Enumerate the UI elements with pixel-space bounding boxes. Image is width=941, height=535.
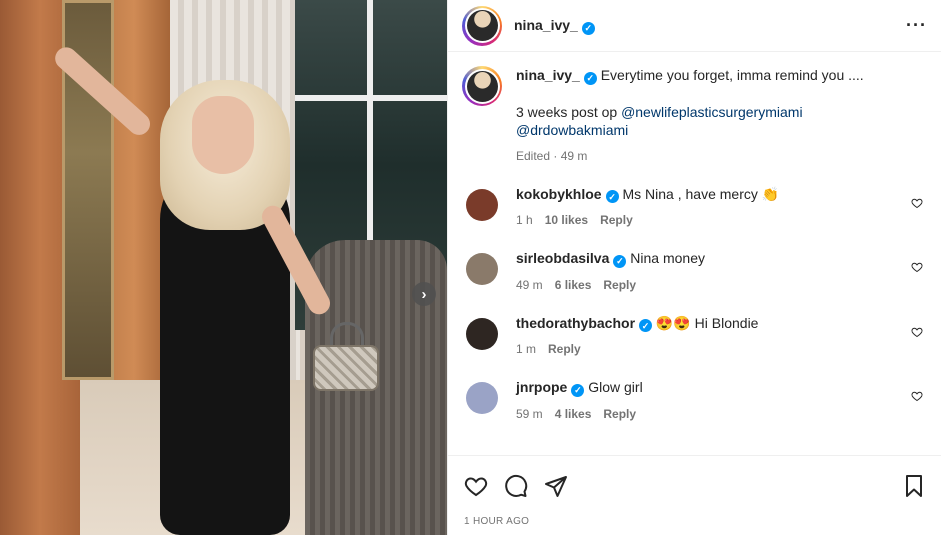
mention-link[interactable]: @drdowbakmiami [516,122,628,138]
mention-link[interactable]: @newlifeplasticsurgerymiami [621,104,803,120]
comment-username[interactable]: thedorathybachor [516,315,635,331]
comments-list[interactable]: nina_ivy_ ✓ Everytime you forget, imma re… [448,52,941,455]
edited-meta: Edited · 49 m [516,148,588,163]
comment-time: 1 m [516,342,537,356]
heart-icon[interactable] [911,326,923,338]
comment-icon[interactable] [504,474,528,498]
verified-badge-icon: ✓ [571,383,585,397]
commenter-avatar[interactable] [466,188,498,221]
reply-button[interactable]: Reply [603,405,636,423]
caption-text: Everytime you forget, imma remind you ..… [600,67,864,83]
heart-icon[interactable] [911,261,923,273]
comment-likes[interactable]: 4 likes [555,405,592,423]
verified-badge-icon: ✓ [639,319,653,332]
comment-username[interactable]: sirleobdasilva [516,250,609,266]
post-side-panel: nina_ivy_ ✓ ··· nina_ivy_ ✓ Everytime you … [447,0,941,535]
comment-time: 1 h [516,213,533,227]
verified-badge-icon: ✓ [581,21,595,35]
verified-badge-icon: ✓ [583,71,597,85]
author-avatar[interactable] [462,5,502,46]
comment-text: Glow girl [588,379,643,395]
reply-button[interactable]: Reply [603,276,636,294]
comment-username[interactable]: jnrpope [516,379,567,395]
comment-likes[interactable]: 10 likes [545,211,588,229]
post-timestamp: 1 HOUR AGO [464,516,530,527]
comment-item: jnrpope ✓ Glow girl 59 m 4 likes Reply [462,378,925,423]
photo-face [192,96,254,174]
reply-button[interactable]: Reply [548,340,581,358]
comment-item: sirleobdasilva ✓ Nina money 49 m 6 likes Re… [462,249,925,294]
comment-item: thedorathybachor ✓ 😍😍 Hi Blondie 1 m Reply [462,314,925,359]
photo-handbag [313,345,379,391]
caption-username[interactable]: nina_ivy_ [516,67,580,83]
share-icon[interactable] [544,474,568,498]
post-caption: nina_ivy_ ✓ Everytime you forget, imma re… [462,66,925,165]
verified-badge-icon: ✓ [613,254,627,268]
comment-text: 😍😍 Hi Blondie [655,314,759,331]
caption-line2: 3 weeks post op [516,103,618,120]
bookmark-icon[interactable] [902,474,926,498]
heart-icon[interactable] [911,390,923,402]
window-frame [295,95,447,101]
verified-badge-icon: ✓ [605,190,619,203]
post-photo[interactable]: › [0,0,447,535]
post-viewer: › nina_ivy_ ✓ ··· nina_ivy_ ✓ Everytime yo… [0,0,941,535]
post-actions: 1 HOUR AGO [448,455,941,527]
comment-likes[interactable]: 6 likes [555,276,592,294]
post-header: nina_ivy_ ✓ ··· [448,0,941,52]
commenter-avatar[interactable] [466,382,498,414]
comment-text: Nina money [630,250,705,266]
comment-time: 59 m [516,406,543,421]
next-photo-button[interactable]: › [412,282,436,306]
reply-button[interactable]: Reply [600,211,633,229]
more-options-icon[interactable]: ··· [906,15,927,36]
commenter-avatar[interactable] [466,317,498,350]
comment-time: 49 m [516,277,543,292]
comment-username[interactable]: kokobykhloe [516,186,602,202]
commenter-avatar[interactable] [466,253,498,285]
comment-item: kokobykhloe ✓ Ms Nina , have mercy 👏 1 h 1… [462,185,925,230]
author-username[interactable]: nina_ivy_ ✓ [514,17,595,35]
author-avatar[interactable] [462,66,502,106]
heart-icon[interactable] [464,474,488,498]
chevron-right-icon: › [421,285,427,303]
comment-text: Ms Nina , have mercy 👏 [622,185,780,202]
heart-icon[interactable] [911,197,923,209]
